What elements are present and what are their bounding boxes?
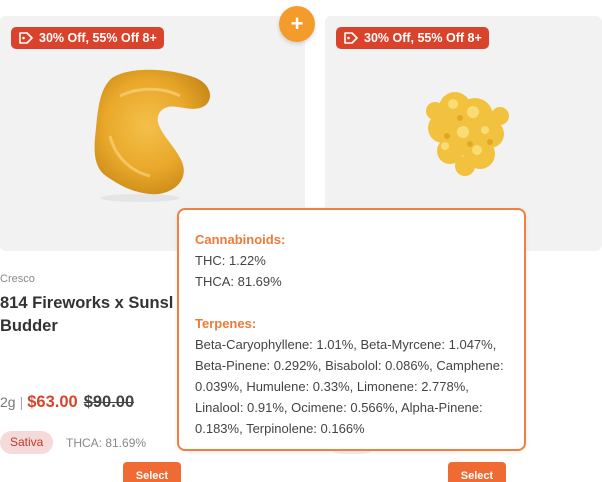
price-row: 2g | $63.00 $90.00 <box>0 393 134 412</box>
select-button[interactable]: Select <box>123 462 181 482</box>
terpene-line: 0.039%, Humulene: 0.33%, Limonene: 2.778… <box>195 379 469 394</box>
original-price: $90.00 <box>83 393 135 411</box>
discount-badge-text: 30% Off, 55% Off 8+ <box>364 31 482 45</box>
cannabinoid-terpene-tooltip: Cannabinoids: THC: 1.22% THCA: 81.69% Te… <box>177 208 526 451</box>
product-brand: Cresco <box>0 273 35 285</box>
discount-badge: 30% Off, 55% Off 8+ <box>11 27 164 49</box>
thca-value: THCA: 81.69% <box>195 274 282 289</box>
cannabinoids-heading: Cannabinoids: <box>195 232 286 247</box>
discount-badge-text: 30% Off, 55% Off 8+ <box>39 31 157 45</box>
terpene-line: Beta-Pinene: 0.292%, Bisabolol: 0.086%, … <box>195 358 504 373</box>
product-name-line2: Budder <box>0 317 58 335</box>
tag-icon <box>19 32 33 44</box>
price-separator: | <box>19 394 24 410</box>
tag-icon <box>344 32 358 44</box>
add-button[interactable]: + <box>279 6 315 42</box>
product-name[interactable]: 814 Fireworks x Sunsl Budder <box>0 292 185 338</box>
thc-value: THC: 1.22% <box>195 253 266 268</box>
discount-badge: 30% Off, 55% Off 8+ <box>336 27 489 49</box>
sale-price: $63.00 <box>27 393 78 411</box>
terpenes-heading: Terpenes: <box>195 316 257 331</box>
product-size: 2g <box>0 394 16 410</box>
thca-value[interactable]: THCA: 81.69% <box>66 436 146 450</box>
terpene-line: Beta-Caryophyllene: 1.01%, Beta-Myrcene:… <box>195 337 497 352</box>
select-button[interactable]: Select <box>448 462 506 482</box>
terpene-line: Linalool: 0.91%, Ocimene: 0.566%, Alpha-… <box>195 400 483 415</box>
strain-type-badge: Sativa <box>0 431 54 454</box>
terpene-line: 0.183%, Terpinolene: 0.166% <box>195 421 365 436</box>
product-name-line1: 814 Fireworks x Sunsl <box>0 294 174 312</box>
